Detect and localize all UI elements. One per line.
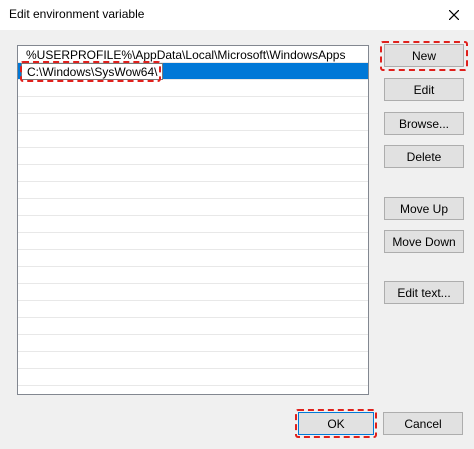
list-item[interactable] xyxy=(18,148,368,165)
list-item[interactable] xyxy=(18,165,368,182)
list-item[interactable] xyxy=(18,250,368,267)
move-up-button[interactable]: Move Up xyxy=(384,197,464,220)
delete-button[interactable]: Delete xyxy=(384,145,464,168)
cancel-button-label: Cancel xyxy=(404,416,442,431)
move-up-button-label: Move Up xyxy=(399,201,449,216)
path-text: C:\Windows\SysWow64\ xyxy=(27,65,158,79)
list-item[interactable] xyxy=(18,335,368,352)
list-item[interactable] xyxy=(18,352,368,369)
edit-text-button[interactable]: Edit text... xyxy=(384,281,464,304)
list-item[interactable] xyxy=(18,182,368,199)
list-item[interactable] xyxy=(18,318,368,335)
ok-button[interactable]: OK xyxy=(298,412,374,435)
list-item[interactable] xyxy=(18,369,368,386)
path-list[interactable]: %USERPROFILE%\AppData\Local\Microsoft\Wi… xyxy=(17,45,369,395)
move-down-button[interactable]: Move Down xyxy=(384,230,464,253)
edit-button-label: Edit xyxy=(413,82,435,97)
delete-button-label: Delete xyxy=(406,149,442,164)
list-item[interactable]: %USERPROFILE%\AppData\Local\Microsoft\Wi… xyxy=(18,46,368,63)
new-button[interactable]: New xyxy=(384,44,464,67)
browse-button-label: Browse... xyxy=(398,116,449,131)
move-down-button-label: Move Down xyxy=(392,234,456,249)
ok-button-label: OK xyxy=(327,416,345,431)
list-item[interactable] xyxy=(18,80,368,97)
edit-text-button-label: Edit text... xyxy=(397,285,451,300)
list-item[interactable] xyxy=(18,199,368,216)
list-item[interactable] xyxy=(18,114,368,131)
close-icon xyxy=(449,10,459,20)
list-item[interactable] xyxy=(18,267,368,284)
cancel-button[interactable]: Cancel xyxy=(383,412,463,435)
new-button-label: New xyxy=(411,48,436,63)
close-button[interactable] xyxy=(434,0,474,30)
list-item[interactable] xyxy=(18,284,368,301)
edit-button[interactable]: Edit xyxy=(384,78,464,101)
path-text: %USERPROFILE%\AppData\Local\Microsoft\Wi… xyxy=(26,48,346,62)
browse-button[interactable]: Browse... xyxy=(384,112,464,135)
list-item-selected[interactable]: C:\Windows\SysWow64\ xyxy=(18,63,368,80)
window-title: Edit environment variable xyxy=(9,7,145,21)
title-bar: Edit environment variable xyxy=(0,0,474,30)
list-item[interactable] xyxy=(18,97,368,114)
path-edit-field[interactable]: C:\Windows\SysWow64\ xyxy=(21,63,163,80)
list-item[interactable] xyxy=(18,216,368,233)
list-item[interactable] xyxy=(18,131,368,148)
list-item[interactable] xyxy=(18,233,368,250)
list-item[interactable] xyxy=(18,301,368,318)
